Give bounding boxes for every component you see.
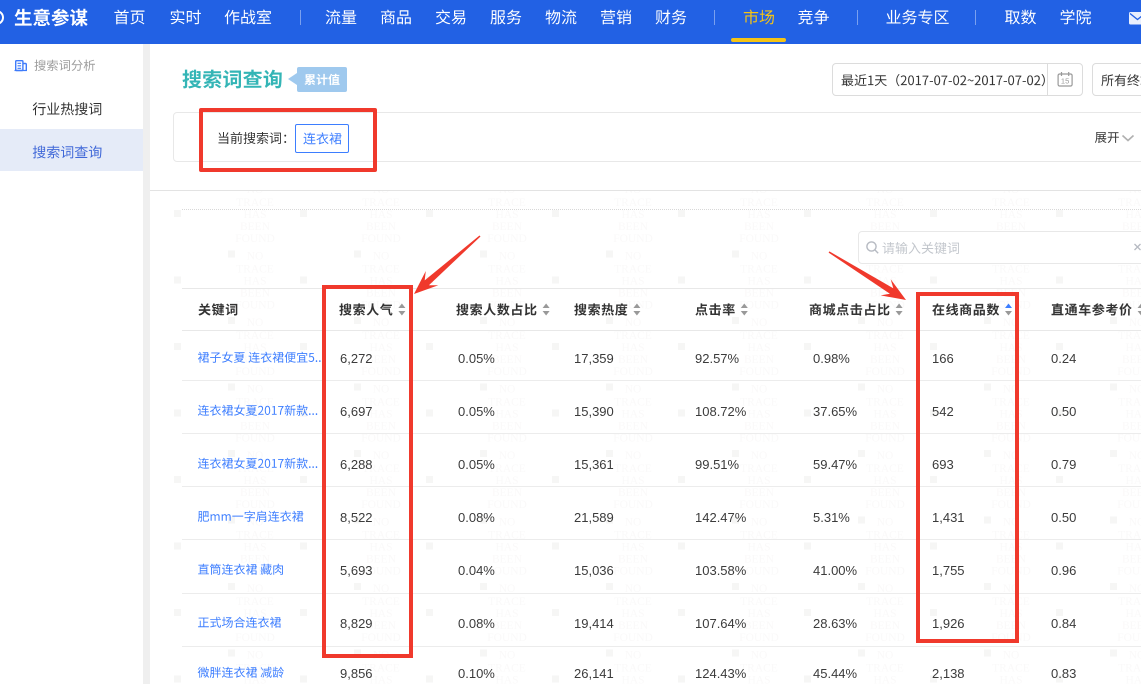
svg-text:15: 15	[1061, 77, 1069, 86]
